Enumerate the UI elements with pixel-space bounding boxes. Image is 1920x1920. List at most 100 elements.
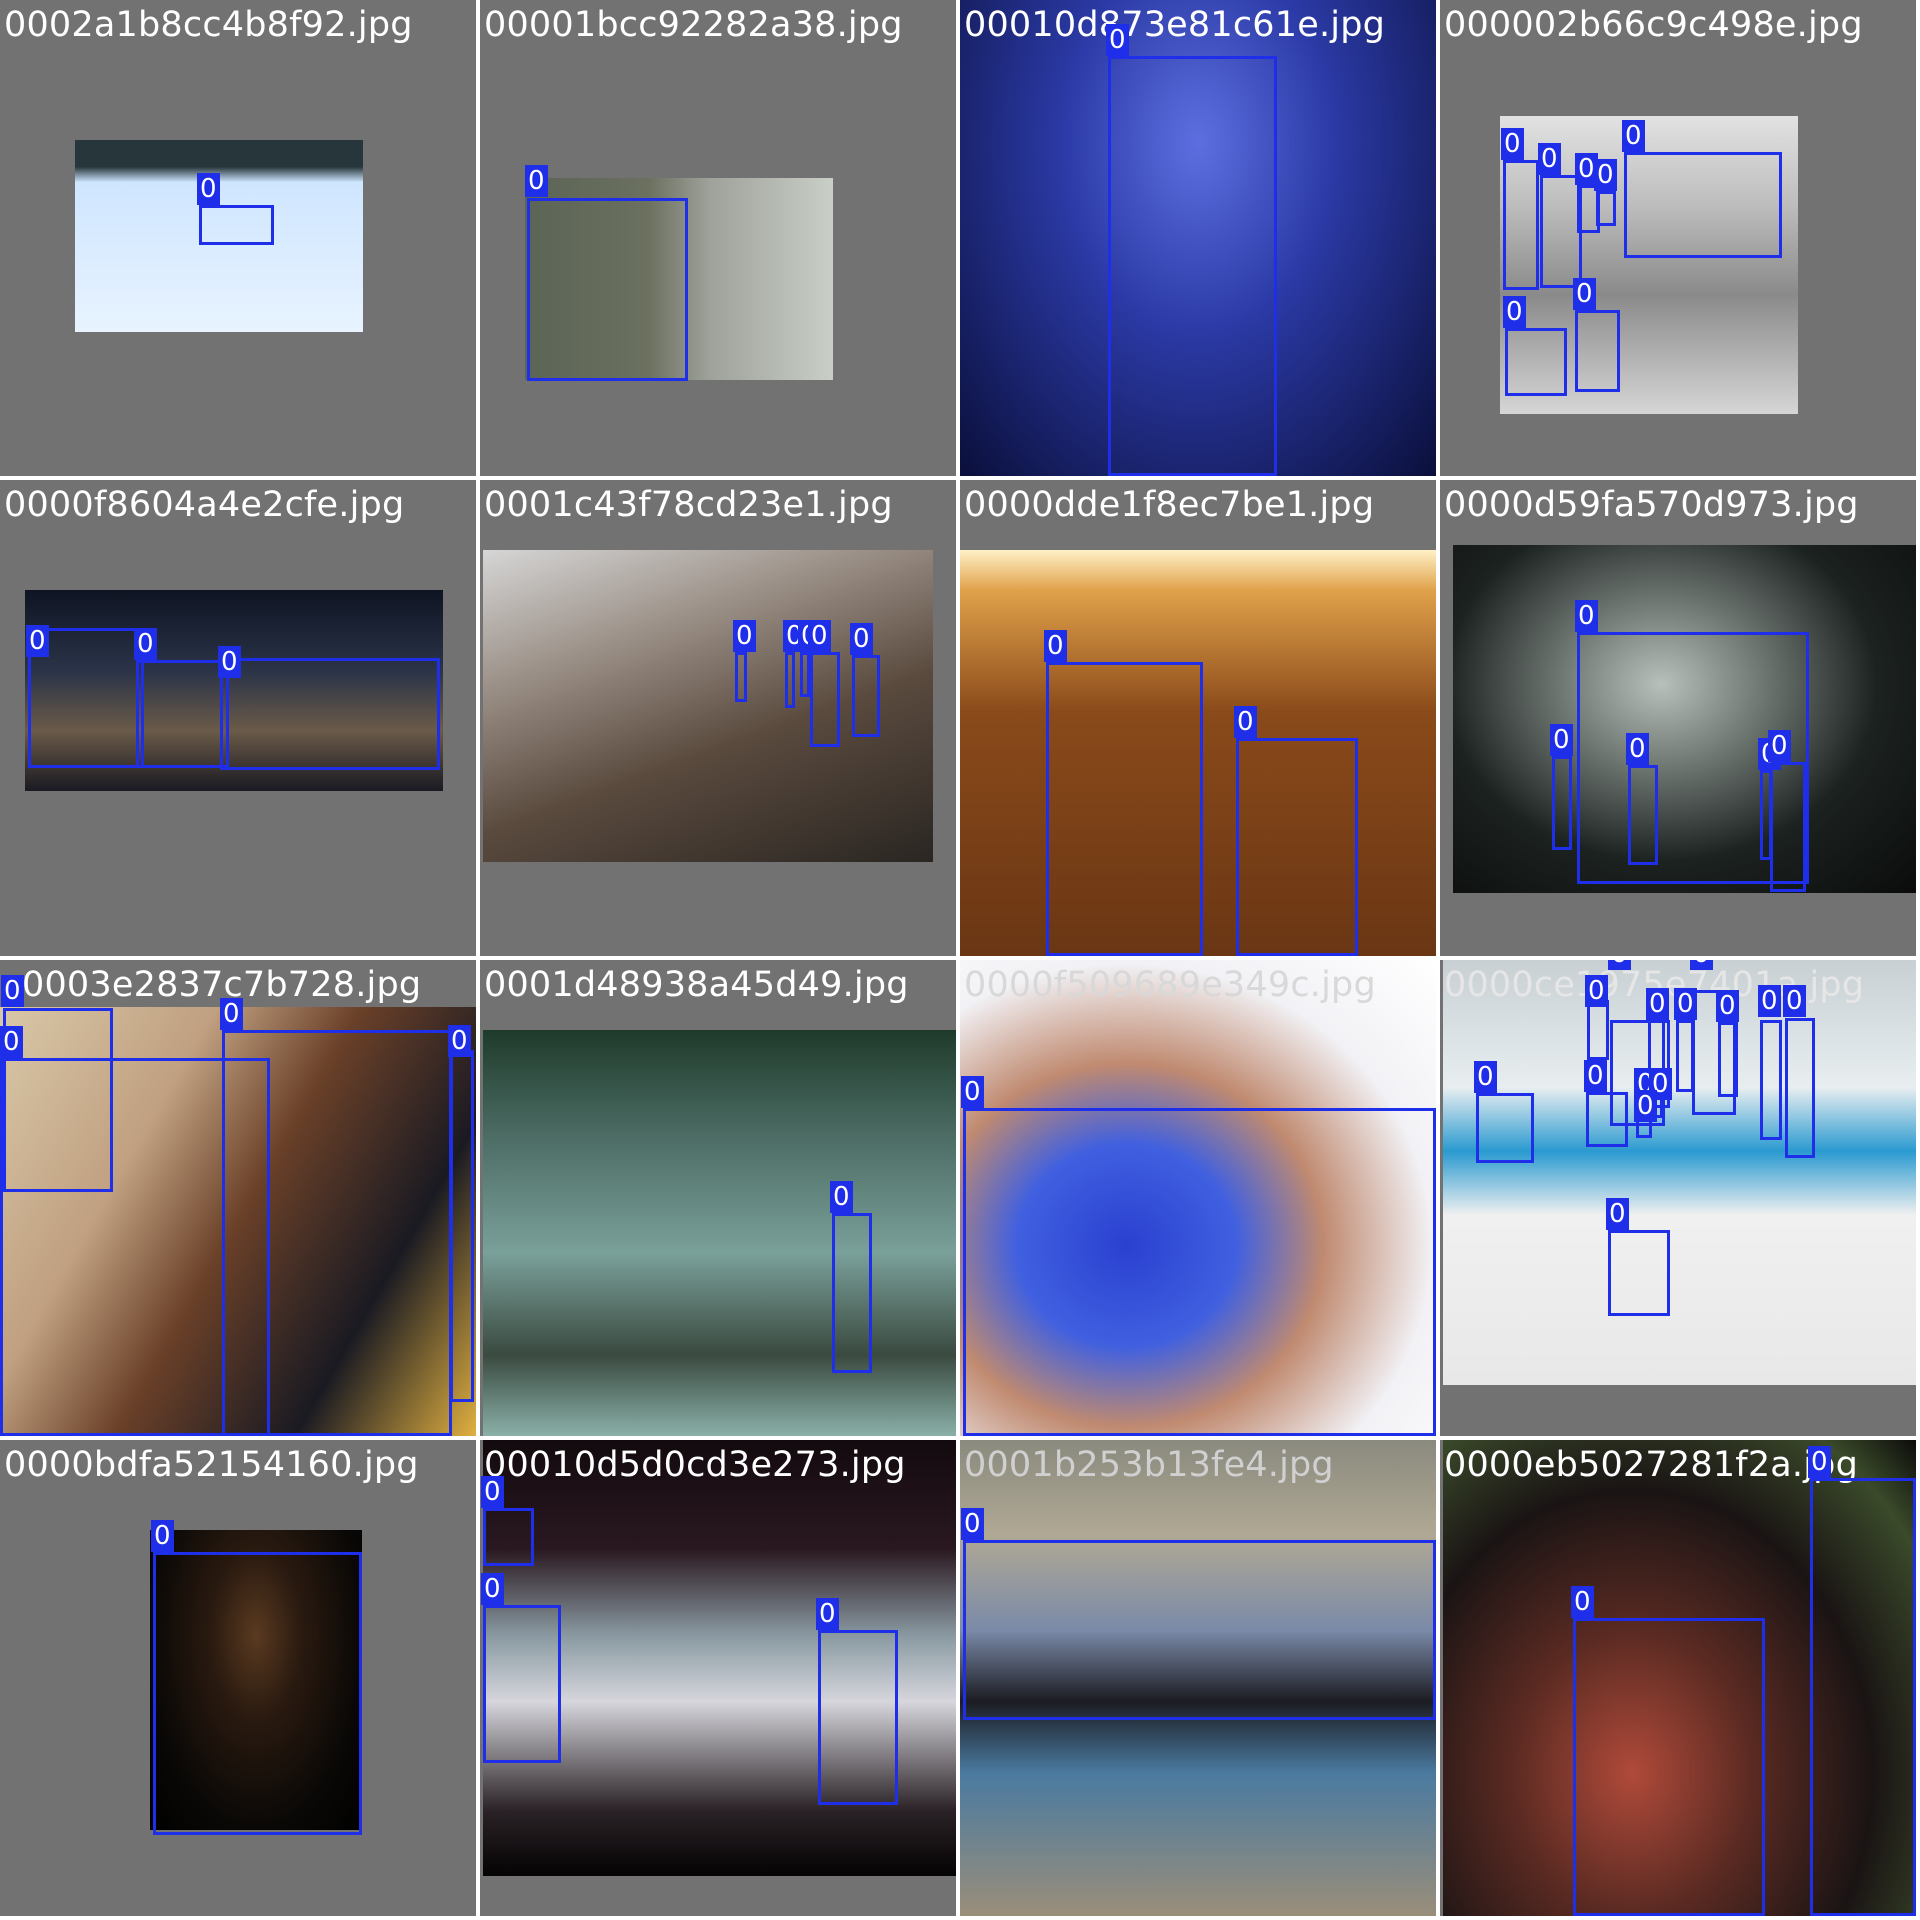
class-label: 0 [1768, 730, 1791, 762]
filename-label: 00010d873e81c61e.jpg [964, 5, 1386, 45]
bounding-box [1718, 1022, 1738, 1097]
bounding-box [222, 1030, 452, 1436]
class-label: 0 [1501, 128, 1524, 160]
class-label: 0 [134, 628, 157, 660]
bounding-box [1608, 1230, 1670, 1316]
filename-label: 0000f509689e349c.jpg [964, 965, 1376, 1005]
class-label: 0 [1594, 159, 1617, 191]
bounding-box [1476, 1093, 1534, 1163]
bounding-box [963, 1540, 1436, 1720]
photo [483, 1030, 956, 1436]
bounding-box [832, 1213, 872, 1373]
tile: 0000d59fa570d973.jpg 0 0 0 0 0 [1440, 480, 1916, 956]
bounding-box [1552, 756, 1572, 850]
bounding-box [483, 1508, 534, 1566]
bounding-box [1540, 175, 1582, 288]
bounding-box [220, 658, 440, 770]
bounding-box [818, 1630, 898, 1805]
class-label: 0 [1622, 120, 1645, 152]
class-label: 0 [448, 1025, 471, 1057]
class-label: 0 [1, 975, 24, 1007]
class-label: 0 [1585, 975, 1608, 1007]
tile: 0001d48938a45d49.jpg 0 [480, 960, 956, 1436]
bounding-box [1596, 191, 1616, 226]
class-label: 0 [850, 623, 873, 655]
bounding-box [735, 652, 747, 702]
class-label: 0 [1606, 1198, 1629, 1230]
class-label: 0 [961, 1508, 984, 1540]
bounding-box [1785, 1018, 1815, 1158]
class-label: 0 [1575, 600, 1598, 632]
class-label: 0 [1608, 960, 1631, 970]
bounding-box [527, 198, 688, 381]
class-label: 0 [151, 1520, 174, 1552]
filename-label: 00010d5d0cd3e273.jpg [484, 1445, 906, 1485]
tile: 0001b253b13fe4.jpg 0 [960, 1440, 1436, 1916]
filename-label: 0000eb5027281f2a.jpg [1444, 1445, 1859, 1485]
class-label: 0 [0, 1026, 23, 1058]
class-label: 0 [1690, 960, 1713, 970]
tile: 0002a1b8cc4b8f92.jpg 0 [0, 0, 476, 476]
bounding-box [1770, 762, 1806, 892]
class-label: 0 [733, 620, 756, 652]
class-label: 0 [816, 1598, 839, 1630]
bounding-box [810, 652, 840, 747]
class-label: 0 [1584, 1060, 1607, 1092]
tile: 0000ce1975e7401a.jpg 0 0 0 0 0 0 0 0 0 0… [1440, 960, 1916, 1436]
class-label: 0 [218, 646, 241, 678]
class-label: 0 [1674, 988, 1697, 1020]
tile: 000002b66c9c498e.jpg 0 0 0 0 0 0 0 [1440, 0, 1916, 476]
class-label: 0 [1106, 24, 1129, 56]
bounding-box [1236, 738, 1358, 956]
bounding-box [800, 652, 810, 697]
class-label: 0 [197, 173, 220, 205]
bounding-box [483, 1605, 561, 1763]
class-label: 0 [1783, 985, 1806, 1017]
class-label: 0 [808, 620, 831, 652]
bounding-box [1587, 1000, 1609, 1060]
filename-label: 000002b66c9c498e.jpg [1444, 5, 1863, 45]
filename-label: 0000bdfa52154160.jpg [4, 1445, 419, 1485]
tile: 0000bdfa52154160.jpg 0 [0, 1440, 476, 1916]
bounding-box [1624, 152, 1782, 258]
bounding-box [153, 1552, 362, 1835]
bounding-box [1810, 1478, 1916, 1916]
class-label: 0 [220, 998, 243, 1030]
class-label: 0 [1503, 296, 1526, 328]
class-label: 0 [1234, 706, 1257, 738]
tile: 0001c43f78cd23e1.jpg 0 0 0 0 0 [480, 480, 956, 956]
bounding-box [450, 1050, 474, 1402]
class-label: 0 [525, 165, 548, 197]
bounding-box [136, 660, 229, 768]
class-label: 0 [1716, 990, 1739, 1022]
bounding-box [1628, 765, 1658, 865]
bounding-box [852, 655, 880, 737]
bounding-box [199, 205, 274, 245]
class-label: 0 [1571, 1586, 1594, 1618]
filename-label: 0000d59fa570d973.jpg [1444, 485, 1859, 525]
class-label: 0 [1538, 143, 1561, 175]
class-label: 0 [1044, 630, 1067, 662]
filename-label: 0000f8604a4e2cfe.jpg [4, 485, 405, 525]
bounding-box [1108, 56, 1277, 476]
filename-label: 0001d48938a45d49.jpg [484, 965, 909, 1005]
class-label: 0 [1626, 733, 1649, 765]
bounding-box [963, 1108, 1436, 1436]
class-label: 0 [1550, 724, 1573, 756]
class-label: 0 [830, 1181, 853, 1213]
filename-label: 0000dde1f8ec7be1.jpg [964, 485, 1375, 525]
tile: 0000f8604a4e2cfe.jpg 0 0 0 [0, 480, 476, 956]
class-label: 0 [481, 1476, 504, 1508]
bounding-box [1573, 1618, 1765, 1916]
class-label: 0 [481, 1573, 504, 1605]
bounding-box [1505, 328, 1567, 396]
class-label: 0 [1634, 1090, 1657, 1122]
filename-label: 0002a1b8cc4b8f92.jpg [4, 5, 413, 45]
bounding-box [1760, 1020, 1782, 1140]
bounding-box [785, 652, 795, 708]
tile: 0003e2837c7b728.jpg 0 0 0 0 [0, 960, 476, 1436]
filename-label: 0001c43f78cd23e1.jpg [484, 485, 893, 525]
bounding-box [1575, 310, 1620, 392]
filename-label: 0001b253b13fe4.jpg [964, 1445, 1334, 1485]
tile: 0000f509689e349c.jpg 0 [960, 960, 1436, 1436]
